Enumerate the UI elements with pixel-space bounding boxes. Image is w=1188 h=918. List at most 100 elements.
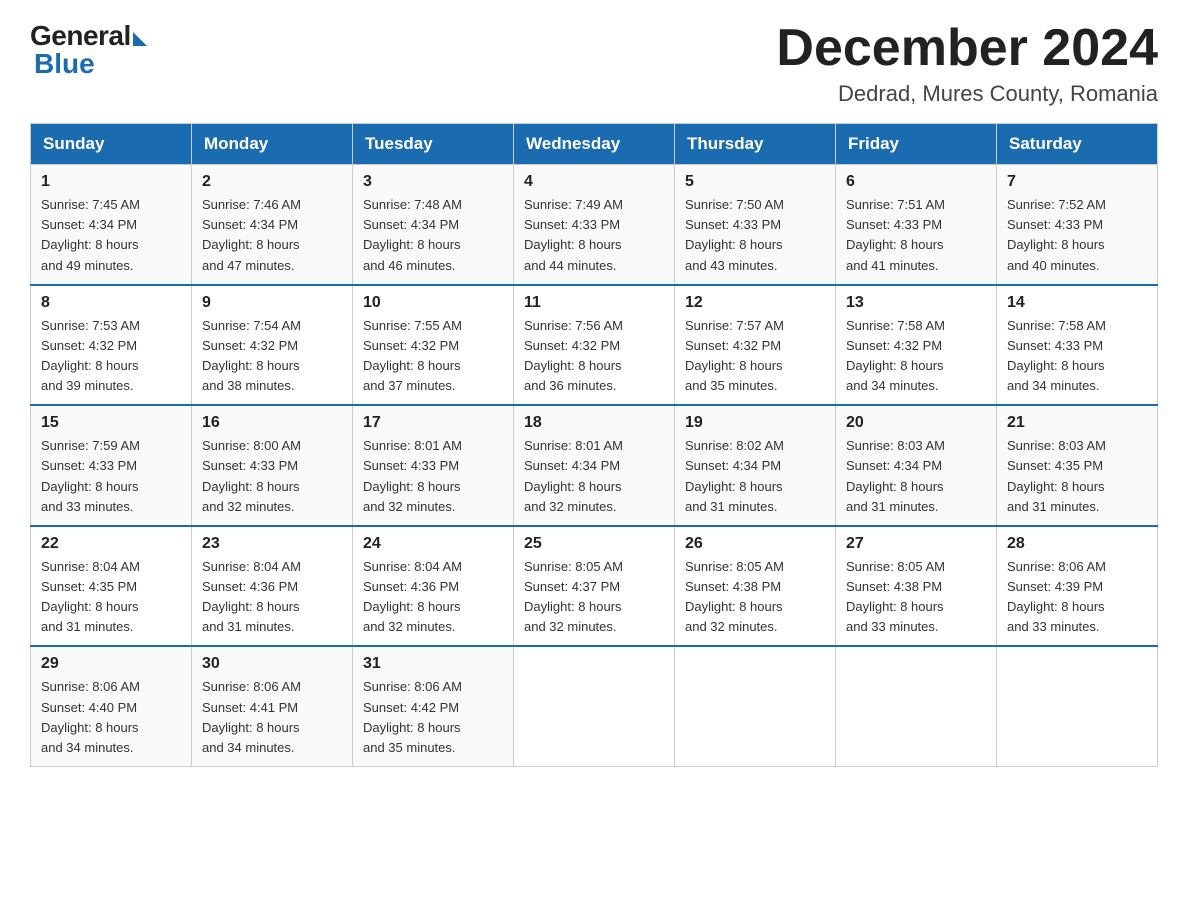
day-number: 16 — [202, 414, 342, 432]
table-row: 16 Sunrise: 8:00 AMSunset: 4:33 PMDaylig… — [192, 405, 353, 526]
table-row: 28 Sunrise: 8:06 AMSunset: 4:39 PMDaylig… — [997, 526, 1158, 647]
day-info: Sunrise: 8:06 AMSunset: 4:41 PMDaylight:… — [202, 679, 301, 754]
day-info: Sunrise: 7:58 AMSunset: 4:32 PMDaylight:… — [846, 318, 945, 393]
title-area: December 2024 Dedrad, Mures County, Roma… — [776, 20, 1158, 107]
day-number: 28 — [1007, 535, 1147, 553]
table-row: 6 Sunrise: 7:51 AMSunset: 4:33 PMDayligh… — [836, 165, 997, 285]
day-info: Sunrise: 8:06 AMSunset: 4:42 PMDaylight:… — [363, 679, 462, 754]
day-number: 4 — [524, 173, 664, 191]
day-info: Sunrise: 8:04 AMSunset: 4:36 PMDaylight:… — [363, 559, 462, 634]
table-row: 31 Sunrise: 8:06 AMSunset: 4:42 PMDaylig… — [353, 646, 514, 766]
day-number: 29 — [41, 655, 181, 673]
day-info: Sunrise: 8:04 AMSunset: 4:36 PMDaylight:… — [202, 559, 301, 634]
day-number: 21 — [1007, 414, 1147, 432]
table-row: 14 Sunrise: 7:58 AMSunset: 4:33 PMDaylig… — [997, 285, 1158, 406]
day-number: 17 — [363, 414, 503, 432]
col-monday: Monday — [192, 124, 353, 165]
day-info: Sunrise: 7:46 AMSunset: 4:34 PMDaylight:… — [202, 197, 301, 272]
day-info: Sunrise: 7:51 AMSunset: 4:33 PMDaylight:… — [846, 197, 945, 272]
day-info: Sunrise: 7:45 AMSunset: 4:34 PMDaylight:… — [41, 197, 140, 272]
day-info: Sunrise: 8:05 AMSunset: 4:38 PMDaylight:… — [685, 559, 784, 634]
table-row: 5 Sunrise: 7:50 AMSunset: 4:33 PMDayligh… — [675, 165, 836, 285]
day-number: 1 — [41, 173, 181, 191]
day-info: Sunrise: 7:59 AMSunset: 4:33 PMDaylight:… — [41, 438, 140, 513]
col-saturday: Saturday — [997, 124, 1158, 165]
day-info: Sunrise: 8:01 AMSunset: 4:34 PMDaylight:… — [524, 438, 623, 513]
table-row: 17 Sunrise: 8:01 AMSunset: 4:33 PMDaylig… — [353, 405, 514, 526]
day-number: 5 — [685, 173, 825, 191]
table-row: 19 Sunrise: 8:02 AMSunset: 4:34 PMDaylig… — [675, 405, 836, 526]
table-row: 22 Sunrise: 8:04 AMSunset: 4:35 PMDaylig… — [31, 526, 192, 647]
table-row: 1 Sunrise: 7:45 AMSunset: 4:34 PMDayligh… — [31, 165, 192, 285]
day-number: 23 — [202, 535, 342, 553]
location-title: Dedrad, Mures County, Romania — [776, 81, 1158, 107]
table-row — [997, 646, 1158, 766]
day-number: 18 — [524, 414, 664, 432]
day-number: 7 — [1007, 173, 1147, 191]
day-info: Sunrise: 8:05 AMSunset: 4:37 PMDaylight:… — [524, 559, 623, 634]
table-row: 13 Sunrise: 7:58 AMSunset: 4:32 PMDaylig… — [836, 285, 997, 406]
table-row: 9 Sunrise: 7:54 AMSunset: 4:32 PMDayligh… — [192, 285, 353, 406]
day-number: 8 — [41, 294, 181, 312]
calendar-week-row: 22 Sunrise: 8:04 AMSunset: 4:35 PMDaylig… — [31, 526, 1158, 647]
calendar-header-row: Sunday Monday Tuesday Wednesday Thursday… — [31, 124, 1158, 165]
table-row: 18 Sunrise: 8:01 AMSunset: 4:34 PMDaylig… — [514, 405, 675, 526]
day-number: 6 — [846, 173, 986, 191]
day-number: 13 — [846, 294, 986, 312]
day-info: Sunrise: 7:56 AMSunset: 4:32 PMDaylight:… — [524, 318, 623, 393]
day-info: Sunrise: 7:50 AMSunset: 4:33 PMDaylight:… — [685, 197, 784, 272]
table-row — [675, 646, 836, 766]
table-row — [514, 646, 675, 766]
day-info: Sunrise: 8:03 AMSunset: 4:34 PMDaylight:… — [846, 438, 945, 513]
logo-blue-text: Blue — [34, 48, 95, 80]
page-header: General Blue December 2024 Dedrad, Mures… — [30, 20, 1158, 107]
table-row: 24 Sunrise: 8:04 AMSunset: 4:36 PMDaylig… — [353, 526, 514, 647]
col-thursday: Thursday — [675, 124, 836, 165]
logo-arrow-icon — [133, 32, 147, 46]
day-info: Sunrise: 8:00 AMSunset: 4:33 PMDaylight:… — [202, 438, 301, 513]
calendar-table: Sunday Monday Tuesday Wednesday Thursday… — [30, 123, 1158, 767]
table-row: 3 Sunrise: 7:48 AMSunset: 4:34 PMDayligh… — [353, 165, 514, 285]
day-info: Sunrise: 7:54 AMSunset: 4:32 PMDaylight:… — [202, 318, 301, 393]
day-number: 12 — [685, 294, 825, 312]
day-info: Sunrise: 8:05 AMSunset: 4:38 PMDaylight:… — [846, 559, 945, 634]
day-info: Sunrise: 7:48 AMSunset: 4:34 PMDaylight:… — [363, 197, 462, 272]
day-info: Sunrise: 8:02 AMSunset: 4:34 PMDaylight:… — [685, 438, 784, 513]
day-number: 22 — [41, 535, 181, 553]
day-number: 27 — [846, 535, 986, 553]
table-row: 12 Sunrise: 7:57 AMSunset: 4:32 PMDaylig… — [675, 285, 836, 406]
table-row: 26 Sunrise: 8:05 AMSunset: 4:38 PMDaylig… — [675, 526, 836, 647]
table-row: 30 Sunrise: 8:06 AMSunset: 4:41 PMDaylig… — [192, 646, 353, 766]
table-row: 2 Sunrise: 7:46 AMSunset: 4:34 PMDayligh… — [192, 165, 353, 285]
day-number: 24 — [363, 535, 503, 553]
day-info: Sunrise: 8:06 AMSunset: 4:39 PMDaylight:… — [1007, 559, 1106, 634]
table-row: 29 Sunrise: 8:06 AMSunset: 4:40 PMDaylig… — [31, 646, 192, 766]
table-row: 11 Sunrise: 7:56 AMSunset: 4:32 PMDaylig… — [514, 285, 675, 406]
table-row: 8 Sunrise: 7:53 AMSunset: 4:32 PMDayligh… — [31, 285, 192, 406]
calendar-week-row: 29 Sunrise: 8:06 AMSunset: 4:40 PMDaylig… — [31, 646, 1158, 766]
table-row: 21 Sunrise: 8:03 AMSunset: 4:35 PMDaylig… — [997, 405, 1158, 526]
table-row: 4 Sunrise: 7:49 AMSunset: 4:33 PMDayligh… — [514, 165, 675, 285]
logo: General Blue — [30, 20, 147, 80]
table-row: 20 Sunrise: 8:03 AMSunset: 4:34 PMDaylig… — [836, 405, 997, 526]
day-number: 30 — [202, 655, 342, 673]
month-title: December 2024 — [776, 20, 1158, 77]
day-number: 20 — [846, 414, 986, 432]
day-number: 9 — [202, 294, 342, 312]
day-number: 26 — [685, 535, 825, 553]
col-friday: Friday — [836, 124, 997, 165]
table-row: 7 Sunrise: 7:52 AMSunset: 4:33 PMDayligh… — [997, 165, 1158, 285]
day-number: 15 — [41, 414, 181, 432]
table-row: 10 Sunrise: 7:55 AMSunset: 4:32 PMDaylig… — [353, 285, 514, 406]
day-info: Sunrise: 7:52 AMSunset: 4:33 PMDaylight:… — [1007, 197, 1106, 272]
day-info: Sunrise: 7:49 AMSunset: 4:33 PMDaylight:… — [524, 197, 623, 272]
day-info: Sunrise: 8:01 AMSunset: 4:33 PMDaylight:… — [363, 438, 462, 513]
day-number: 3 — [363, 173, 503, 191]
day-info: Sunrise: 7:53 AMSunset: 4:32 PMDaylight:… — [41, 318, 140, 393]
day-number: 25 — [524, 535, 664, 553]
table-row: 15 Sunrise: 7:59 AMSunset: 4:33 PMDaylig… — [31, 405, 192, 526]
table-row: 23 Sunrise: 8:04 AMSunset: 4:36 PMDaylig… — [192, 526, 353, 647]
day-number: 14 — [1007, 294, 1147, 312]
calendar-week-row: 1 Sunrise: 7:45 AMSunset: 4:34 PMDayligh… — [31, 165, 1158, 285]
table-row: 27 Sunrise: 8:05 AMSunset: 4:38 PMDaylig… — [836, 526, 997, 647]
